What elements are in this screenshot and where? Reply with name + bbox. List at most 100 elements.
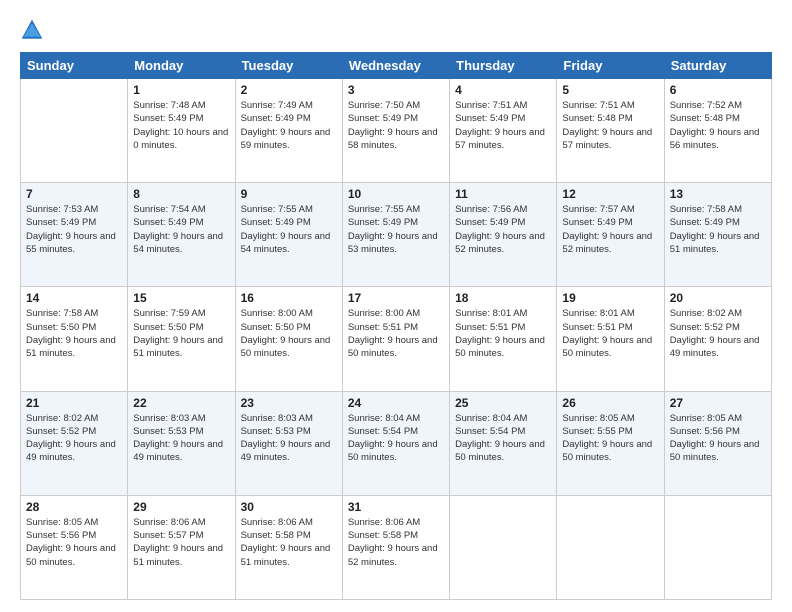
calendar-cell: 25 Sunrise: 8:04 AMSunset: 5:54 PMDayligh… (450, 391, 557, 495)
calendar-week-3: 14 Sunrise: 7:58 AMSunset: 5:50 PMDayligh… (21, 287, 772, 391)
day-number: 10 (348, 187, 444, 201)
day-number: 28 (26, 500, 122, 514)
day-detail: Sunrise: 7:52 AMSunset: 5:48 PMDaylight:… (670, 99, 766, 152)
calendar-cell: 7 Sunrise: 7:53 AMSunset: 5:49 PMDaylight… (21, 183, 128, 287)
calendar-week-2: 7 Sunrise: 7:53 AMSunset: 5:49 PMDaylight… (21, 183, 772, 287)
day-detail: Sunrise: 8:06 AMSunset: 5:58 PMDaylight:… (241, 516, 337, 569)
day-detail: Sunrise: 7:58 AMSunset: 5:50 PMDaylight:… (26, 307, 122, 360)
calendar-cell: 6 Sunrise: 7:52 AMSunset: 5:48 PMDaylight… (664, 79, 771, 183)
calendar-cell: 1 Sunrise: 7:48 AMSunset: 5:49 PMDaylight… (128, 79, 235, 183)
logo (20, 18, 48, 42)
day-detail: Sunrise: 8:03 AMSunset: 5:53 PMDaylight:… (133, 412, 229, 465)
day-number: 7 (26, 187, 122, 201)
calendar-cell: 8 Sunrise: 7:54 AMSunset: 5:49 PMDaylight… (128, 183, 235, 287)
day-detail: Sunrise: 8:04 AMSunset: 5:54 PMDaylight:… (455, 412, 551, 465)
day-detail: Sunrise: 8:02 AMSunset: 5:52 PMDaylight:… (670, 307, 766, 360)
day-detail: Sunrise: 8:03 AMSunset: 5:53 PMDaylight:… (241, 412, 337, 465)
weekday-header-friday: Friday (557, 53, 664, 79)
weekday-header-thursday: Thursday (450, 53, 557, 79)
calendar-cell: 3 Sunrise: 7:50 AMSunset: 5:49 PMDaylight… (342, 79, 449, 183)
day-detail: Sunrise: 8:04 AMSunset: 5:54 PMDaylight:… (348, 412, 444, 465)
calendar-week-4: 21 Sunrise: 8:02 AMSunset: 5:52 PMDayligh… (21, 391, 772, 495)
calendar-cell: 17 Sunrise: 8:00 AMSunset: 5:51 PMDayligh… (342, 287, 449, 391)
day-detail: Sunrise: 7:51 AMSunset: 5:48 PMDaylight:… (562, 99, 658, 152)
day-number: 1 (133, 83, 229, 97)
weekday-header-row: SundayMondayTuesdayWednesdayThursdayFrid… (21, 53, 772, 79)
day-number: 17 (348, 291, 444, 305)
calendar-cell: 12 Sunrise: 7:57 AMSunset: 5:49 PMDayligh… (557, 183, 664, 287)
day-detail: Sunrise: 7:51 AMSunset: 5:49 PMDaylight:… (455, 99, 551, 152)
day-number: 12 (562, 187, 658, 201)
page: SundayMondayTuesdayWednesdayThursdayFrid… (0, 0, 792, 612)
day-detail: Sunrise: 7:54 AMSunset: 5:49 PMDaylight:… (133, 203, 229, 256)
calendar-cell (664, 495, 771, 599)
calendar-cell: 15Sunrise: 7:59 AMSunset: 5:50 PMDayligh… (128, 287, 235, 391)
day-number: 25 (455, 396, 551, 410)
calendar-cell: 26Sunrise: 8:05 AMSunset: 5:55 PMDayligh… (557, 391, 664, 495)
calendar-cell (21, 79, 128, 183)
day-number: 9 (241, 187, 337, 201)
day-number: 22 (133, 396, 229, 410)
day-detail: Sunrise: 8:01 AMSunset: 5:51 PMDaylight:… (455, 307, 551, 360)
day-detail: Sunrise: 8:05 AMSunset: 5:55 PMDaylight:… (562, 412, 658, 465)
day-detail: Sunrise: 7:55 AMSunset: 5:49 PMDaylight:… (348, 203, 444, 256)
header (20, 18, 772, 42)
calendar-cell: 19 Sunrise: 8:01 AMSunset: 5:51 PMDayligh… (557, 287, 664, 391)
calendar-cell: 24 Sunrise: 8:04 AMSunset: 5:54 PMDayligh… (342, 391, 449, 495)
calendar-cell: 18 Sunrise: 8:01 AMSunset: 5:51 PMDayligh… (450, 287, 557, 391)
calendar-cell (557, 495, 664, 599)
day-number: 14 (26, 291, 122, 305)
day-number: 13 (670, 187, 766, 201)
day-number: 18 (455, 291, 551, 305)
day-number: 27 (670, 396, 766, 410)
day-number: 19 (562, 291, 658, 305)
calendar-cell: 30 Sunrise: 8:06 AMSunset: 5:58 PMDayligh… (235, 495, 342, 599)
calendar-cell: 5Sunrise: 7:51 AMSunset: 5:48 PMDaylight… (557, 79, 664, 183)
weekday-header-tuesday: Tuesday (235, 53, 342, 79)
day-number: 3 (348, 83, 444, 97)
day-detail: Sunrise: 8:01 AMSunset: 5:51 PMDaylight:… (562, 307, 658, 360)
day-number: 15 (133, 291, 229, 305)
logo-icon (20, 18, 44, 42)
day-detail: Sunrise: 8:05 AMSunset: 5:56 PMDaylight:… (670, 412, 766, 465)
calendar-cell: 29 Sunrise: 8:06 AMSunset: 5:57 PMDayligh… (128, 495, 235, 599)
calendar-week-5: 28 Sunrise: 8:05 AMSunset: 5:56 PMDayligh… (21, 495, 772, 599)
weekday-header-wednesday: Wednesday (342, 53, 449, 79)
day-number: 31 (348, 500, 444, 514)
day-detail: Sunrise: 7:57 AMSunset: 5:49 PMDaylight:… (562, 203, 658, 256)
day-number: 30 (241, 500, 337, 514)
day-detail: Sunrise: 7:48 AMSunset: 5:49 PMDaylight:… (133, 99, 229, 152)
day-number: 16 (241, 291, 337, 305)
day-number: 2 (241, 83, 337, 97)
day-number: 8 (133, 187, 229, 201)
calendar-cell: 2Sunrise: 7:49 AMSunset: 5:49 PMDaylight… (235, 79, 342, 183)
calendar-cell: 21 Sunrise: 8:02 AMSunset: 5:52 PMDayligh… (21, 391, 128, 495)
day-detail: Sunrise: 8:05 AMSunset: 5:56 PMDaylight:… (26, 516, 122, 569)
calendar-table: SundayMondayTuesdayWednesdayThursdayFrid… (20, 52, 772, 600)
day-detail: Sunrise: 8:02 AMSunset: 5:52 PMDaylight:… (26, 412, 122, 465)
calendar-cell: 10 Sunrise: 7:55 AMSunset: 5:49 PMDayligh… (342, 183, 449, 287)
day-detail: Sunrise: 8:00 AMSunset: 5:51 PMDaylight:… (348, 307, 444, 360)
weekday-header-sunday: Sunday (21, 53, 128, 79)
day-number: 24 (348, 396, 444, 410)
day-number: 21 (26, 396, 122, 410)
day-detail: Sunrise: 7:55 AMSunset: 5:49 PMDaylight:… (241, 203, 337, 256)
day-detail: Sunrise: 7:50 AMSunset: 5:49 PMDaylight:… (348, 99, 444, 152)
day-detail: Sunrise: 7:58 AMSunset: 5:49 PMDaylight:… (670, 203, 766, 256)
day-number: 29 (133, 500, 229, 514)
calendar-cell: 27 Sunrise: 8:05 AMSunset: 5:56 PMDayligh… (664, 391, 771, 495)
day-detail: Sunrise: 8:06 AMSunset: 5:57 PMDaylight:… (133, 516, 229, 569)
calendar-cell: 22 Sunrise: 8:03 AMSunset: 5:53 PMDayligh… (128, 391, 235, 495)
calendar-cell: 20 Sunrise: 8:02 AMSunset: 5:52 PMDayligh… (664, 287, 771, 391)
day-number: 20 (670, 291, 766, 305)
calendar-cell: 14 Sunrise: 7:58 AMSunset: 5:50 PMDayligh… (21, 287, 128, 391)
calendar-cell: 31Sunrise: 8:06 AMSunset: 5:58 PMDayligh… (342, 495, 449, 599)
weekday-header-monday: Monday (128, 53, 235, 79)
calendar-cell (450, 495, 557, 599)
day-detail: Sunrise: 8:00 AMSunset: 5:50 PMDaylight:… (241, 307, 337, 360)
calendar-cell: 13 Sunrise: 7:58 AMSunset: 5:49 PMDayligh… (664, 183, 771, 287)
day-detail: Sunrise: 7:53 AMSunset: 5:49 PMDaylight:… (26, 203, 122, 256)
calendar-cell: 28 Sunrise: 8:05 AMSunset: 5:56 PMDayligh… (21, 495, 128, 599)
day-number: 11 (455, 187, 551, 201)
day-number: 6 (670, 83, 766, 97)
